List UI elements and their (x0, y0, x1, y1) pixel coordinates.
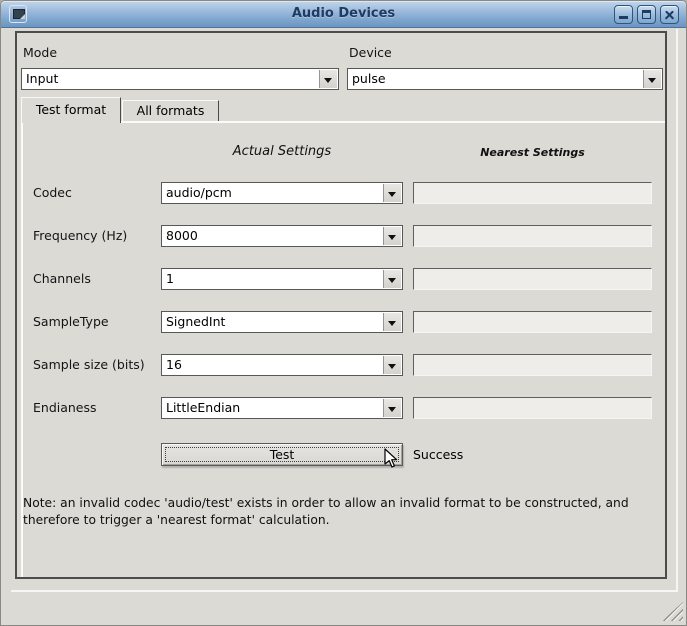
maximize-button[interactable] (637, 5, 656, 24)
tab-all-formats[interactable]: All formats (122, 100, 219, 121)
maximize-icon (642, 10, 651, 19)
audio-devices-window: Audio Devices Mode Input Device pulse Te… (0, 0, 687, 626)
chevron-down-icon[interactable] (319, 70, 337, 88)
mode-label: Mode (23, 45, 57, 60)
mode-value: Input (26, 69, 318, 89)
minimize-icon (619, 16, 628, 19)
titlebar[interactable]: Audio Devices (1, 1, 686, 28)
window-title: Audio Devices (1, 1, 686, 27)
mouse-cursor (384, 448, 400, 470)
tab-pane (21, 121, 665, 577)
window-controls (614, 5, 679, 24)
tab-test-format[interactable]: Test format (21, 97, 121, 123)
minimize-button[interactable] (614, 5, 633, 24)
chevron-down-icon[interactable] (643, 70, 661, 88)
resize-grip[interactable] (662, 602, 683, 621)
device-combobox[interactable]: pulse (347, 68, 663, 90)
mode-combobox[interactable]: Input (21, 68, 339, 90)
device-value: pulse (352, 69, 642, 89)
close-button[interactable] (660, 5, 679, 24)
device-label: Device (349, 45, 392, 60)
